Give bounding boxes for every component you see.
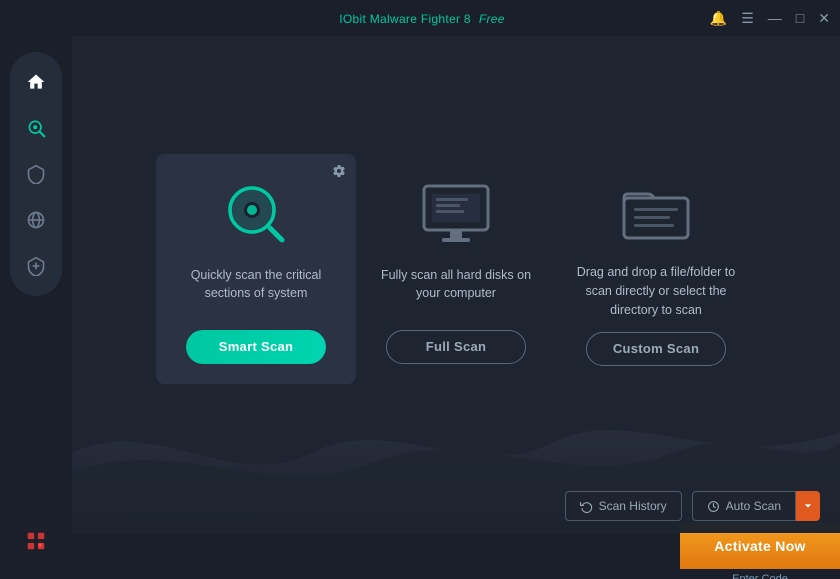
scan-history-button[interactable]: Scan History <box>565 491 682 521</box>
scan-history-label: Scan History <box>599 499 667 513</box>
custom-scan-card: Drag and drop a file/folder to scan dire… <box>556 151 756 385</box>
maximize-icon[interactable]: □ <box>796 10 804 26</box>
gear-icon <box>332 164 346 178</box>
sidebar-nav <box>10 52 62 296</box>
full-scan-button[interactable]: Full Scan <box>386 330 526 364</box>
app-title: IObit Malware Fighter 8 Free <box>335 11 504 26</box>
scan-actions-row: Scan History Auto Scan <box>72 491 840 529</box>
chevron-down-icon <box>804 502 812 510</box>
smart-scan-card: Quickly scan the critical sections of sy… <box>156 154 356 384</box>
monitor-svg <box>416 178 496 250</box>
full-scan-card: Fully scan all hard disks on your comput… <box>356 154 556 384</box>
auto-scan-dropdown-button[interactable] <box>796 491 820 521</box>
bell-icon[interactable]: 🔔 <box>710 10 727 27</box>
clock-icon <box>707 500 720 513</box>
folder-svg <box>618 176 694 246</box>
sidebar-item-home[interactable] <box>14 60 58 104</box>
menu-icon[interactable]: ☰ <box>741 10 754 27</box>
sidebar-item-surf[interactable] <box>14 198 58 242</box>
custom-scan-button[interactable]: Custom Scan <box>586 332 726 366</box>
plus-shield-icon <box>26 256 46 276</box>
enter-code-section: Enter Code <box>680 569 840 579</box>
enter-code-link[interactable]: Enter Code <box>732 573 788 579</box>
apps-icon <box>25 530 47 552</box>
activate-row: Activate Now Enter Code <box>72 533 840 579</box>
smart-scan-icon <box>216 174 296 254</box>
sidebar-item-protection[interactable] <box>14 152 58 196</box>
auto-scan-button[interactable]: Auto Scan <box>692 491 796 521</box>
minimize-icon[interactable]: — <box>768 10 782 26</box>
sidebar-item-scan[interactable] <box>14 106 58 150</box>
auto-scan-label: Auto Scan <box>726 499 781 513</box>
sidebar-item-apps[interactable] <box>14 519 58 563</box>
titlebar: IObit Malware Fighter 8 Free 🔔 ☰ — □ ✕ <box>0 0 840 36</box>
sidebar-bottom <box>14 519 58 563</box>
magnifier-svg <box>218 176 294 252</box>
close-icon[interactable]: ✕ <box>818 10 830 27</box>
scan-cards-area: Quickly scan the critical sections of sy… <box>72 36 840 491</box>
globe-icon <box>26 210 46 230</box>
custom-scan-icon <box>616 171 696 251</box>
app-title-text: IObit Malware Fighter 8 <box>339 12 471 26</box>
home-icon <box>26 72 46 92</box>
full-scan-icon <box>416 174 496 254</box>
activate-section: Activate Now Enter Code <box>680 523 840 579</box>
smart-scan-button[interactable]: Smart Scan <box>186 330 326 364</box>
shield-icon <box>26 164 46 184</box>
window-controls: 🔔 ☰ — □ ✕ <box>710 0 830 36</box>
custom-scan-description: Drag and drop a file/folder to scan dire… <box>572 263 740 319</box>
smart-scan-description: Quickly scan the critical sections of sy… <box>172 266 340 318</box>
main-layout: Quickly scan the critical sections of sy… <box>0 36 840 579</box>
activate-now-button[interactable]: Activate Now <box>680 523 840 569</box>
app-title-badge: Free <box>479 12 505 26</box>
sidebar-item-security[interactable] <box>14 244 58 288</box>
history-icon <box>580 500 593 513</box>
smart-scan-settings-button[interactable] <box>332 164 346 181</box>
auto-scan-wrapper: Auto Scan <box>692 491 820 521</box>
sidebar <box>0 36 72 579</box>
scan-icon <box>26 118 46 138</box>
full-scan-description: Fully scan all hard disks on your comput… <box>372 266 540 318</box>
content-area: Quickly scan the critical sections of sy… <box>72 36 840 579</box>
